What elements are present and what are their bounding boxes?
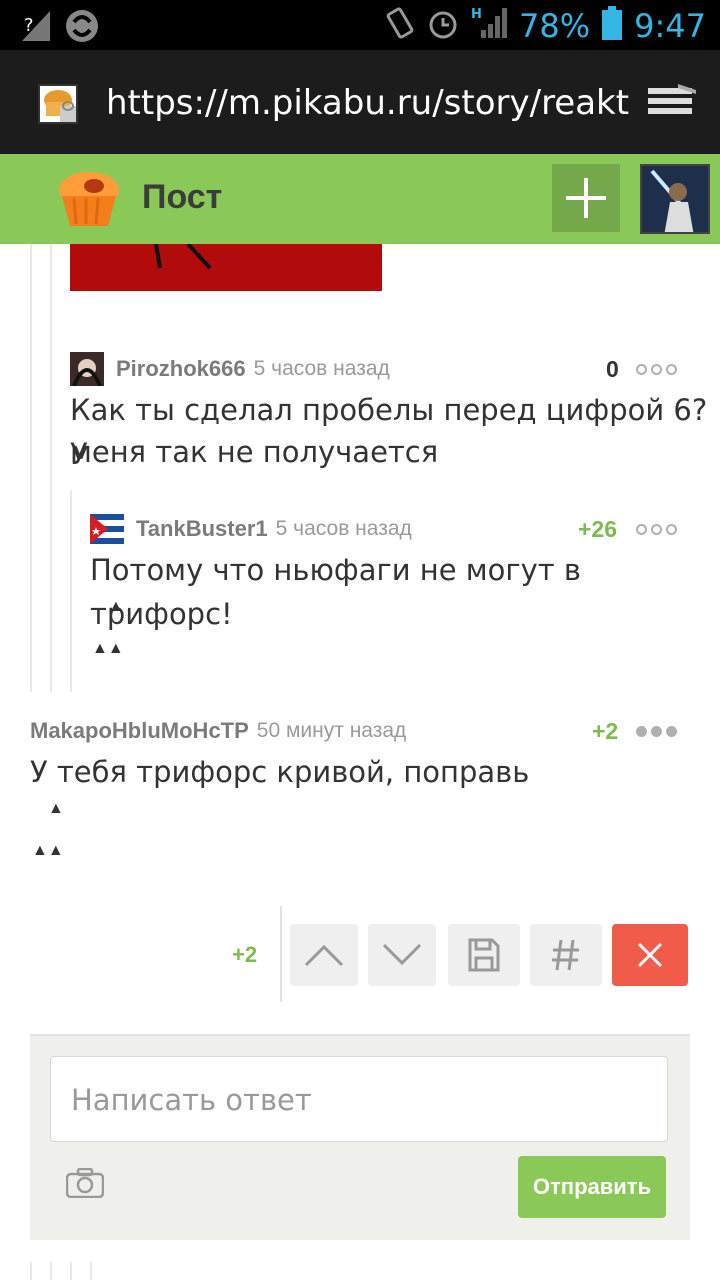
comment-text: У тебя трифорс кривой, поправь <box>30 755 530 789</box>
more-options-icon[interactable] <box>636 524 677 535</box>
close-icon <box>637 942 663 968</box>
sync-icon <box>64 8 100 49</box>
url-text[interactable]: https://m.pikabu.ru/story/reakt <box>106 83 629 123</box>
comment-header: Pirozhok666 5 часов назад <box>116 356 390 382</box>
cuba-flag-avatar[interactable] <box>90 514 124 544</box>
thread-line <box>30 244 32 692</box>
thread-line <box>70 490 72 692</box>
triforce-bottom: ▲▲ <box>92 640 124 657</box>
app-header: Пост <box>0 154 720 244</box>
alarm-icon <box>427 6 459 45</box>
comment-rating: +2 <box>592 718 619 744</box>
commenter-avatar[interactable] <box>70 352 104 386</box>
comment-image[interactable] <box>70 242 382 291</box>
comment-text: Потому что ньюфаги не могут в трифорс! <box>90 553 582 631</box>
reply-input[interactable]: Написать ответ <box>50 1056 668 1142</box>
save-button[interactable] <box>448 924 520 986</box>
thread-line <box>50 244 52 692</box>
triforce-top: ▲ <box>108 598 124 615</box>
tag-hash-button[interactable] <box>530 924 602 986</box>
reply-form: Написать ответ Отправить <box>30 1034 690 1240</box>
battery-icon <box>602 6 623 45</box>
status-bar: ? H 78% 9:47 <box>0 0 720 50</box>
network-signal-icon: H <box>471 6 508 45</box>
thread-line <box>50 1262 52 1280</box>
more-options-icon[interactable] <box>636 364 677 375</box>
triforce-bottom: ▲▲ <box>32 842 64 859</box>
upvote-button[interactable] <box>290 924 358 986</box>
comment-header: TankBuster1 5 часов назад <box>136 516 412 542</box>
close-button[interactable] <box>612 924 688 986</box>
chevron-down-icon <box>382 943 422 966</box>
post-score: +2 <box>232 942 258 967</box>
thread-line <box>30 1262 32 1280</box>
tabs-stack-icon[interactable] <box>648 84 696 120</box>
comment-time: 50 минут назад <box>256 719 407 742</box>
svg-text:?: ? <box>24 15 34 36</box>
vibrate-icon <box>385 6 415 45</box>
comment-time: 5 часов назад <box>275 517 412 540</box>
user-avatar[interactable] <box>640 164 710 234</box>
comment-text-line: меня так не получается <box>70 435 439 469</box>
thread-line <box>70 1262 72 1280</box>
chevron-up-icon <box>304 944 344 967</box>
site-favicon-icon <box>38 84 78 124</box>
triforce-top: ▲ <box>48 800 64 817</box>
comment-author[interactable]: MakapoHbluMoHcTP <box>30 718 249 744</box>
comment-author[interactable]: TankBuster1 <box>136 516 268 542</box>
page-title: Пост <box>142 178 223 216</box>
comment-rating: +26 <box>578 516 618 542</box>
camera-icon[interactable] <box>65 1167 105 1199</box>
send-button[interactable]: Отправить <box>518 1156 666 1218</box>
hash-icon <box>552 939 579 971</box>
save-disk-icon <box>468 938 500 972</box>
pikabu-logo-icon[interactable] <box>56 168 122 230</box>
plus-icon <box>566 178 606 218</box>
battery-percent: 78% <box>519 6 591 45</box>
comment-rating: 0 <box>606 356 619 382</box>
signal-unknown-icon: ? <box>22 11 50 46</box>
divider <box>280 906 282 1002</box>
comment-time: 5 часов назад <box>253 357 390 380</box>
comment-author[interactable]: Pirozhok666 <box>116 356 246 382</box>
comment-header: MakapoHbluMoHcTP 50 минут назад <box>30 718 406 744</box>
add-post-button[interactable] <box>552 164 620 232</box>
clock-time: 9:47 <box>634 6 706 45</box>
svg-text:H: H <box>471 7 482 22</box>
downvote-button[interactable] <box>368 924 436 986</box>
thread-line <box>90 1262 92 1280</box>
more-options-icon[interactable] <box>636 726 677 737</box>
